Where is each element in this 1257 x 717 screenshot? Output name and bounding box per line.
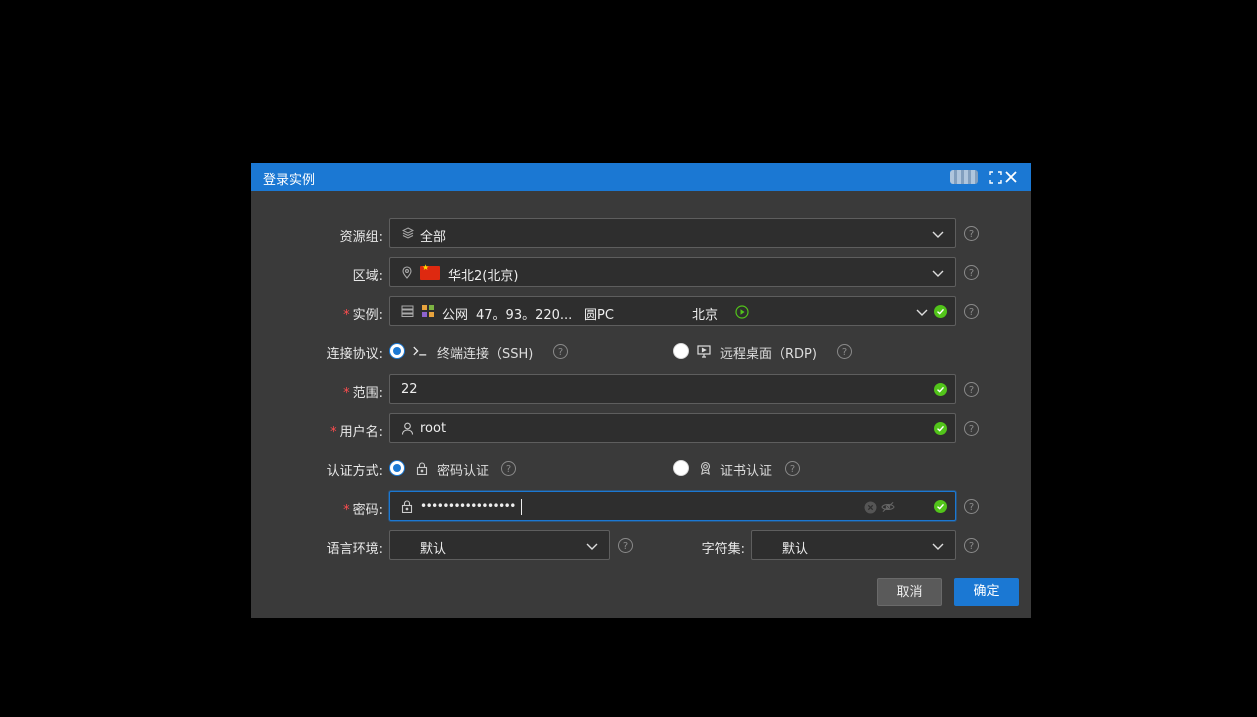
region-value: 华北2(北京) (448, 269, 519, 284)
certificate-auth-radio[interactable] (673, 460, 689, 476)
username-label: * 用户名: (251, 421, 383, 440)
instance-label: * 实例: (251, 304, 383, 323)
china-flag-icon (420, 263, 440, 280)
region-label: 区域: (352, 269, 383, 284)
port-input[interactable]: 22 (389, 374, 956, 404)
charset-help-icon[interactable]: ? (964, 538, 979, 553)
password-label-text: 密码: (352, 503, 383, 518)
instance-label-text: 实例: (352, 308, 383, 323)
instance-help-icon[interactable]: ? (964, 304, 979, 319)
eye-hidden-icon[interactable] (881, 500, 895, 514)
dialog-titlebar: 登录实例 (251, 163, 1031, 191)
rdp-label[interactable]: 远程桌面（RDP) (720, 343, 817, 362)
locale-select[interactable]: 默认 (389, 530, 610, 560)
charset-label: 字符集: (701, 542, 745, 557)
certificate-icon (698, 461, 712, 475)
instance-network: 公网 (442, 308, 469, 323)
certificate-auth-label[interactable]: 证书认证 (720, 460, 772, 479)
user-icon (400, 421, 414, 435)
password-label: * 密码: (251, 499, 383, 518)
required-mark: * (343, 386, 350, 401)
chevron-down-icon (586, 543, 598, 550)
password-help-icon[interactable]: ? (964, 499, 979, 514)
valid-check-icon (934, 305, 947, 318)
instance-ip: 47。93。220... (476, 308, 573, 323)
rdp-radio[interactable] (673, 343, 689, 359)
password-value: ••••••••••••••••• (420, 499, 516, 513)
locale-value: 默认 (420, 542, 447, 557)
close-icon[interactable] (1002, 168, 1020, 186)
required-mark: * (330, 425, 337, 440)
dialog-title: 登录实例 (263, 173, 316, 188)
locale-label: 语言环境: (326, 542, 383, 557)
region-select[interactable]: 华北2(北京) (389, 257, 956, 287)
rdp-help-icon[interactable]: ? (837, 344, 852, 359)
username-help-icon[interactable]: ? (964, 421, 979, 436)
chevron-down-icon (916, 309, 928, 316)
ssh-label[interactable]: 终端连接（SSH) (437, 343, 533, 362)
username-label-text: 用户名: (339, 425, 383, 440)
port-value: 22 (401, 382, 418, 397)
clear-icon[interactable] (863, 500, 877, 514)
login-instance-dialog: 登录实例 资源组: 全部 ? 区域: 华北2(北京) ? *实例: (251, 163, 1031, 618)
valid-check-icon (934, 500, 947, 513)
chevron-down-icon (932, 270, 944, 277)
layers-icon (401, 226, 415, 240)
port-label-text: 范围: (352, 386, 383, 401)
password-auth-help-icon[interactable]: ? (501, 461, 516, 476)
region-help-icon[interactable]: ? (964, 265, 979, 280)
resource-group-value: 全部 (420, 230, 447, 245)
resource-group-select[interactable]: 全部 (389, 218, 956, 248)
blurred-avatar-icon (950, 170, 978, 184)
instance-os-icon (421, 304, 435, 318)
valid-check-icon (934, 383, 947, 396)
lock-icon (415, 461, 429, 475)
instance-name: 圆PC (584, 308, 614, 323)
text-caret (521, 499, 522, 515)
auth-method-label: 认证方式: (326, 464, 383, 479)
port-help-icon[interactable]: ? (964, 382, 979, 397)
password-auth-label[interactable]: 密码认证 (437, 460, 489, 479)
protocol-label: 连接协议: (326, 347, 383, 362)
username-input[interactable]: root (389, 413, 956, 443)
certificate-auth-help-icon[interactable]: ? (785, 461, 800, 476)
desktop-icon (697, 344, 711, 358)
instance-select[interactable]: 公网 47。93。220... 圆PC 北京 (389, 296, 956, 326)
cancel-button[interactable]: 取消 (877, 578, 942, 606)
required-mark: * (343, 308, 350, 323)
password-input[interactable]: ••••••••••••••••• (389, 491, 956, 521)
required-mark: * (343, 503, 350, 518)
terminal-icon (413, 344, 427, 358)
server-icon (400, 304, 414, 318)
lock-icon (400, 499, 414, 513)
location-pin-icon (400, 265, 414, 279)
running-status-icon (735, 305, 749, 319)
charset-value: 默认 (782, 542, 809, 557)
resource-group-help-icon[interactable]: ? (964, 226, 979, 241)
password-auth-radio[interactable] (389, 460, 405, 476)
chevron-down-icon (932, 543, 944, 550)
valid-check-icon (934, 422, 947, 435)
confirm-button[interactable]: 确定 (954, 578, 1019, 606)
port-label: * 范围: (251, 382, 383, 401)
charset-select[interactable]: 默认 (751, 530, 956, 560)
resource-group-label: 资源组: (339, 230, 383, 245)
chevron-down-icon (932, 231, 944, 238)
instance-city: 北京 (692, 308, 719, 323)
ssh-radio[interactable] (389, 343, 405, 359)
ssh-help-icon[interactable]: ? (553, 344, 568, 359)
username-value: root (420, 421, 447, 436)
